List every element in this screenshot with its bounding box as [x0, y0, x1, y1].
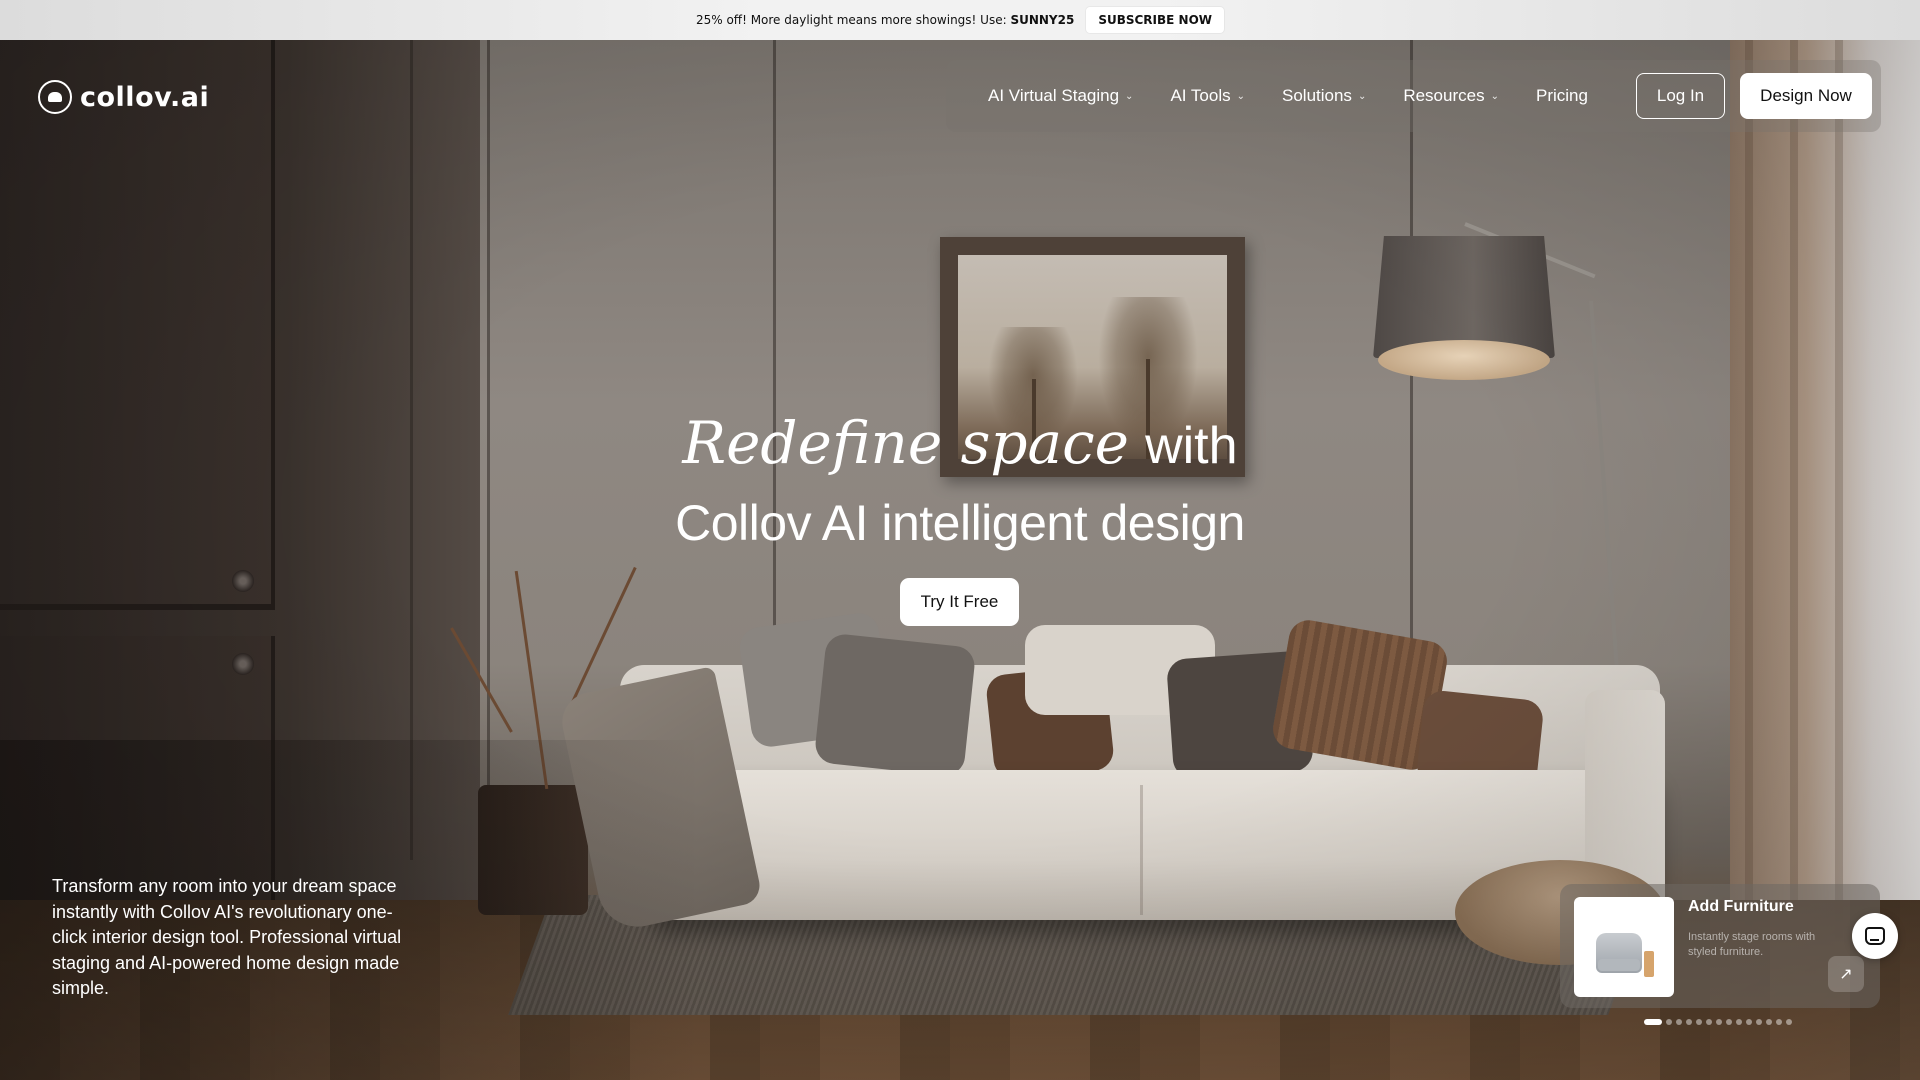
log-in-button[interactable]: Log In	[1636, 73, 1725, 119]
carousel-dot[interactable]	[1766, 1019, 1772, 1025]
nav-item-label: Resources	[1403, 86, 1485, 105]
pillow	[813, 632, 977, 778]
arrow-up-right-icon[interactable]: ↗	[1828, 956, 1864, 992]
promo-text: 25% off! More daylight means more showin…	[695, 13, 1075, 27]
chevron-down-icon: ⌄	[1236, 90, 1245, 102]
carousel-dot[interactable]	[1776, 1019, 1782, 1025]
nav-item-label: Pricing	[1535, 86, 1588, 105]
carousel-dot[interactable]	[1756, 1019, 1762, 1025]
carousel-dot[interactable]	[1644, 1019, 1662, 1025]
carousel-dot[interactable]	[1676, 1019, 1682, 1025]
carousel-dot[interactable]	[1746, 1019, 1752, 1025]
chevron-down-icon: ⌄	[1357, 90, 1367, 102]
logo-text: collov.ai	[80, 81, 210, 113]
site-logo[interactable]: collov.ai	[38, 80, 209, 114]
carousel-dot[interactable]	[1706, 1019, 1712, 1025]
door-knob	[232, 653, 254, 675]
promo-banner: 25% off! More daylight means more showin…	[0, 0, 1920, 40]
armchair-icon	[1574, 897, 1674, 997]
card-title: Add Furniture	[1688, 898, 1794, 915]
carousel-dot[interactable]	[1726, 1019, 1732, 1025]
headline-with: with	[1145, 417, 1238, 475]
headline-line2: Collov AI intelligent design	[675, 495, 1245, 551]
hero-headline: Redefine space with Collov AI intelligen…	[0, 408, 1920, 565]
nav-item-resources[interactable]: Resources ⌄	[1403, 86, 1499, 106]
headline-italic: Redefine space	[682, 409, 1129, 477]
carousel-dot[interactable]	[1716, 1019, 1722, 1025]
chat-icon	[1865, 927, 1885, 945]
door-knob	[232, 570, 254, 592]
chevron-down-icon: ⌄	[1125, 90, 1134, 102]
carousel-dot[interactable]	[1736, 1019, 1742, 1025]
nav-item-label: AI Virtual Staging	[988, 86, 1120, 105]
nav-item-pricing[interactable]: Pricing	[1536, 86, 1588, 106]
try-it-free-button[interactable]: Try It Free	[900, 578, 1019, 626]
carousel-dot[interactable]	[1786, 1019, 1792, 1025]
carousel-dot[interactable]	[1696, 1019, 1702, 1025]
nav-item-label: Solutions	[1282, 86, 1352, 105]
main-navigation: AI Virtual Staging ⌄ AI Tools ⌄ Solution…	[946, 60, 1881, 132]
carousel-pagination	[1644, 1019, 1792, 1025]
design-now-button[interactable]: Design Now	[1740, 73, 1872, 119]
nav-item-ai-tools[interactable]: AI Tools ⌄	[1170, 86, 1245, 106]
chat-support-button[interactable]	[1852, 913, 1898, 959]
promo-code: SUNNY25	[1010, 13, 1075, 27]
carousel-dot[interactable]	[1666, 1019, 1672, 1025]
carousel-dot[interactable]	[1686, 1019, 1692, 1025]
nav-item-label: AI Tools	[1170, 86, 1231, 105]
collov-logo-icon	[38, 80, 72, 114]
hero-description: Transform any room into your dream space…	[52, 876, 402, 998]
feature-card-add-furniture[interactable]: Add Furniture Instantly stage rooms with…	[1560, 884, 1880, 1008]
subscribe-now-button[interactable]: SUBSCRIBE NOW	[1086, 7, 1225, 33]
card-subtitle: Instantly stage rooms with styled furnit…	[1688, 931, 1816, 958]
floor-lamp-glow	[1378, 340, 1550, 380]
nav-item-ai-virtual-staging[interactable]: AI Virtual Staging ⌄	[988, 86, 1133, 106]
chevron-down-icon: ⌄	[1490, 90, 1499, 102]
nav-item-solutions[interactable]: Solutions ⌄	[1282, 86, 1366, 106]
